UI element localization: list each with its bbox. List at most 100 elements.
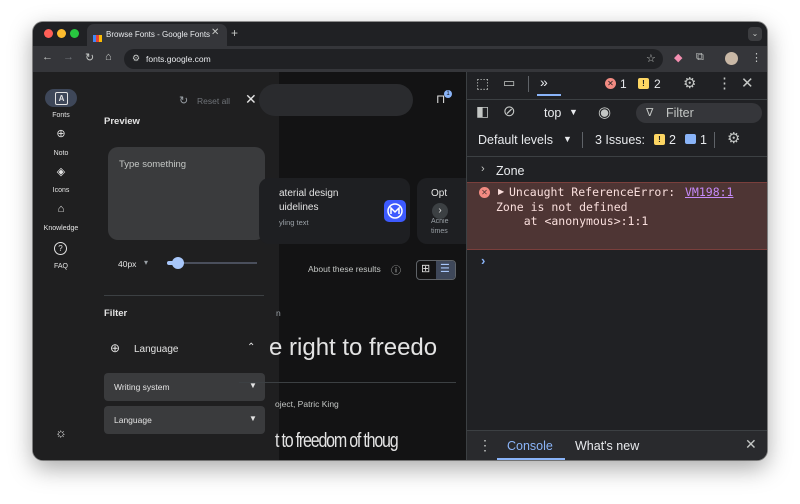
school-icon[interactable]: ⌂ <box>33 203 89 215</box>
font-designers: oject, Patric King <box>275 399 339 409</box>
tab-console[interactable]: Console <box>507 439 553 453</box>
close-window-button[interactable] <box>44 29 53 38</box>
filter-heading: Filter <box>104 308 128 319</box>
extensions-puzzle-icon[interactable]: ⧉ <box>696 51 704 64</box>
card-title-line1: aterial design <box>279 188 339 199</box>
preview-heading: Preview <box>104 116 140 127</box>
navigation-rail: A Fonts ⊕ Noto ◈ Icons ⌂ Knowledge ? FAQ… <box>33 72 89 460</box>
new-tab-button[interactable]: + <box>231 26 238 40</box>
close-tab-icon[interactable]: ✕ <box>211 27 219 38</box>
issues-warning-count[interactable]: 2 <box>669 133 676 147</box>
font-family-fragment: n <box>276 308 281 318</box>
minimize-window-button[interactable] <box>57 29 66 38</box>
log-levels-select[interactable]: Default levels <box>478 133 553 147</box>
font-size-slider-thumb[interactable] <box>172 257 184 269</box>
device-toolbar-icon[interactable]: ▭ <box>503 75 515 91</box>
console-levels-bar: Default levels ▼ 3 Issues: ! 2 1 ⚙ <box>467 128 767 154</box>
bookmark-star-icon[interactable]: ☆ <box>646 52 656 65</box>
language-select[interactable]: Language ▼ <box>104 406 265 434</box>
profile-avatar[interactable] <box>725 52 738 65</box>
context-dropdown-icon[interactable]: ▼ <box>569 107 578 117</box>
settings-gear-icon[interactable]: ⚙ <box>683 74 696 92</box>
grid-view-icon[interactable]: ⊞ <box>421 262 430 275</box>
issues-warning-icon[interactable]: ! <box>654 134 665 145</box>
carousel-next-button[interactable]: › <box>432 203 448 219</box>
error-count-icon[interactable]: ✕ <box>605 78 616 89</box>
language-globe-icon: ⊕ <box>110 341 121 355</box>
search-field[interactable] <box>259 84 413 116</box>
title-bar: Browse Fonts - Google Fonts ✕ + ⌄ <box>33 22 767 46</box>
collapse-chevron-icon[interactable]: ⌃ <box>247 342 255 353</box>
reload-icon[interactable]: ↻ <box>85 51 94 64</box>
drawer-menu-icon[interactable]: ⋮ <box>478 437 492 454</box>
error-title: Uncaught ReferenceError: <box>509 185 676 199</box>
about-results-link[interactable]: About these results <box>308 264 381 274</box>
devtools-drawer-tabs: ⋮ Console What's new ✕ <box>467 431 767 460</box>
error-source-link[interactable]: VM198:1 <box>685 185 733 199</box>
rail-item-knowledge[interactable]: Knowledge <box>33 225 89 232</box>
error-icon: ✕ <box>479 187 490 198</box>
issues-info-icon[interactable] <box>685 134 696 144</box>
extension-icon[interactable]: ◆ <box>674 51 682 64</box>
clear-console-icon[interactable]: ⊘ <box>503 102 516 120</box>
expand-arrow-icon[interactable]: › <box>481 163 485 175</box>
issues-info-count[interactable]: 1 <box>700 133 707 147</box>
live-expression-eye-icon[interactable]: ◉ <box>598 103 611 121</box>
devtools-menu-icon[interactable]: ⋮ <box>717 74 732 92</box>
sample-text-large[interactable]: e right to freedo <box>269 334 437 362</box>
console-settings-icon[interactable]: ⚙ <box>727 129 740 147</box>
rail-item-icons[interactable]: Icons <box>33 187 89 194</box>
globe-icon[interactable]: ⊕ <box>33 127 89 140</box>
font-size-dropdown-icon[interactable]: ▾ <box>144 258 148 267</box>
tab-whats-new[interactable]: What's new <box>575 439 639 453</box>
writing-system-select[interactable]: Writing system ▼ <box>104 373 265 401</box>
help-icon[interactable]: ? <box>54 242 67 255</box>
close-drawer-icon[interactable]: ✕ <box>745 436 757 453</box>
preview-text-input[interactable]: Type something <box>108 147 265 240</box>
console-divider <box>467 156 767 157</box>
browser-menu-icon[interactable]: ⋮ <box>751 51 762 64</box>
sidebar-toggle-icon[interactable]: ◧ <box>476 103 489 120</box>
sample-text-condensed[interactable]: t to freedom of thoug <box>275 430 399 453</box>
browser-window: Browse Fonts - Google Fonts ✕ + ⌄ ← → ↻ … <box>33 22 767 460</box>
close-devtools-icon[interactable]: ✕ <box>741 74 754 92</box>
expand-triangle-icon[interactable]: ▶ <box>498 187 504 196</box>
reset-all-button[interactable]: Reset all <box>197 96 230 106</box>
console-prompt[interactable]: › <box>481 253 485 268</box>
console-filter-input[interactable]: ∇ Filter <box>636 103 762 123</box>
maximize-window-button[interactable] <box>70 29 79 38</box>
material-design-card[interactable]: aterial design uidelines yling text <box>259 178 410 244</box>
close-panel-icon[interactable]: ✕ <box>245 91 257 108</box>
theme-toggle-icon[interactable]: ☼ <box>33 425 89 440</box>
rail-item-faq[interactable]: FAQ <box>33 263 89 270</box>
list-view-active[interactable]: ☰ <box>436 261 455 279</box>
warning-count[interactable]: 2 <box>654 77 661 91</box>
address-bar[interactable]: ⚙ fonts.google.com ☆ <box>124 49 663 69</box>
font-icon[interactable]: A <box>55 92 68 105</box>
font-size-value[interactable]: 40px <box>118 259 136 269</box>
language-section-heading[interactable]: Language <box>134 344 179 355</box>
more-tabs-icon[interactable]: » <box>540 74 548 90</box>
tab-search-button[interactable]: ⌄ <box>748 27 762 41</box>
toolbar-separator <box>528 76 529 92</box>
home-icon[interactable]: ⌂ <box>105 51 112 63</box>
forward-icon[interactable]: → <box>63 51 74 63</box>
rail-item-fonts[interactable]: Fonts <box>33 112 89 119</box>
levels-dropdown-icon[interactable]: ▼ <box>563 134 572 144</box>
issues-label[interactable]: 3 Issues: <box>595 133 645 147</box>
console-toolbar: ◧ ⊘ top ▼ ◉ ∇ Filter <box>467 100 767 126</box>
site-info-icon[interactable]: ⚙ <box>132 53 140 64</box>
shapes-icon[interactable]: ◈ <box>33 165 89 178</box>
error-detail: Zone is not defined <box>496 200 628 214</box>
back-icon[interactable]: ← <box>42 51 53 63</box>
rail-item-noto[interactable]: Noto <box>33 150 89 157</box>
font-results-area: ⊓ 1 aterial design uidelines yling text … <box>239 72 466 460</box>
card-title-line2: uidelines <box>279 202 319 213</box>
browser-tab[interactable]: Browse Fonts - Google Fonts ✕ <box>87 24 227 46</box>
info-icon[interactable]: ⓘ <box>391 262 401 277</box>
list-view-icon: ☰ <box>440 263 450 275</box>
warning-count-icon[interactable]: ! <box>638 78 649 89</box>
error-count[interactable]: 1 <box>620 77 627 91</box>
inspect-element-icon[interactable]: ⬚ <box>476 75 489 92</box>
context-select[interactable]: top <box>544 106 561 120</box>
